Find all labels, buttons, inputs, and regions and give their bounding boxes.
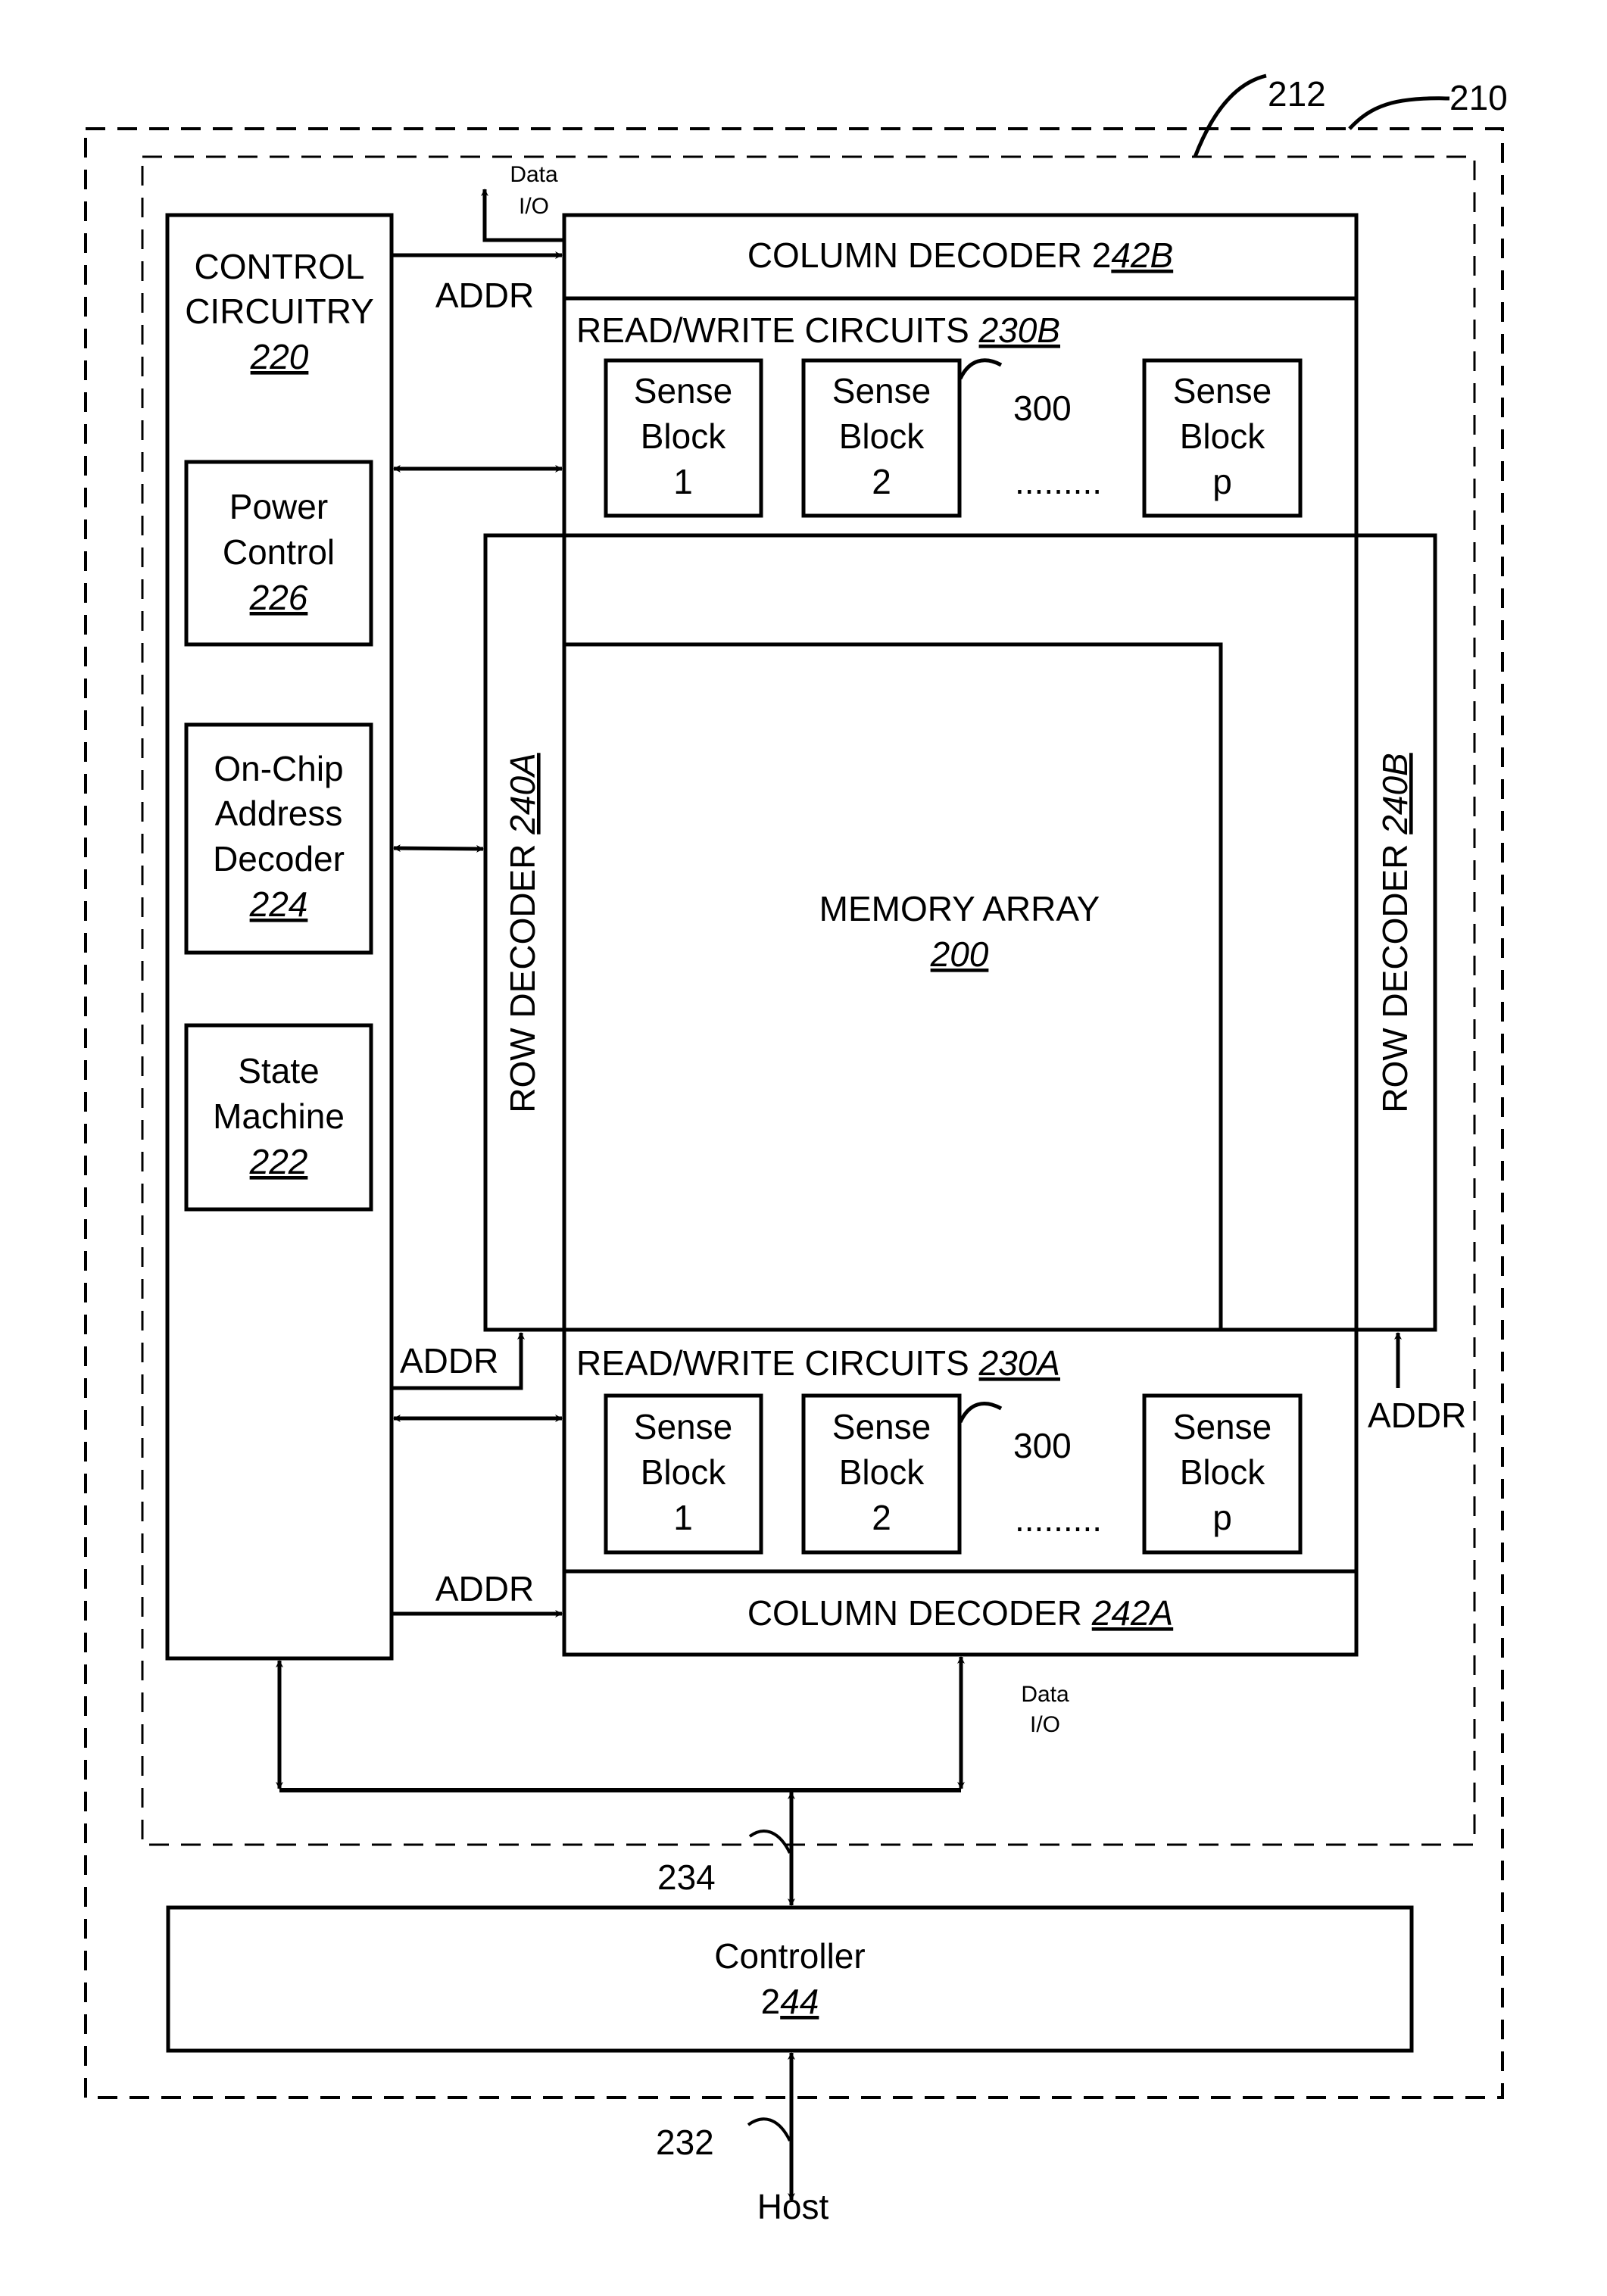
sense-block-top-1: Sense Block 1 bbox=[604, 358, 763, 518]
address-decoder-ref: 224 bbox=[249, 884, 308, 924]
leader-line-300-top bbox=[958, 358, 1003, 380]
sense-block-top-p: Sense Block p bbox=[1142, 358, 1303, 518]
sense-block-label-line3: 2 bbox=[872, 462, 891, 501]
ref-label-300-bottom: 300 bbox=[1013, 1426, 1072, 1465]
control-circuitry-block bbox=[165, 213, 394, 1661]
ref-label-212: 212 bbox=[1268, 74, 1326, 114]
control-circuitry-ref: 220 bbox=[250, 337, 309, 376]
leader-line-210 bbox=[1348, 96, 1450, 130]
column-decoder-a-label: COLUMN DECODER 242A bbox=[747, 1593, 1173, 1633]
controller-block bbox=[166, 1905, 1414, 2053]
controller-label: Controller bbox=[714, 1936, 865, 1976]
sense-block-top-2: Sense Block 2 bbox=[801, 358, 962, 518]
sense-block-label-line2: Block bbox=[1180, 416, 1265, 456]
sense-block-label-line3: 1 bbox=[673, 1498, 693, 1537]
leader-line-234 bbox=[748, 1830, 791, 1854]
addr-label-column-decoder-b: ADDR bbox=[435, 276, 534, 315]
power-control-ref: 226 bbox=[249, 578, 308, 617]
sense-block-bottom-p: Sense Block p bbox=[1142, 1393, 1303, 1555]
memory-array-ref: 200 bbox=[930, 934, 989, 974]
state-machine-line1: State bbox=[238, 1051, 319, 1090]
memory-array-block bbox=[564, 642, 1223, 1330]
controller-ref: 244 bbox=[761, 1982, 819, 2021]
data-io-top-line1: Data bbox=[510, 162, 558, 187]
memory-system-diagram: 212 210 CONTROL CIRCUITRY 220 Power Cont… bbox=[84, 73, 1508, 2226]
read-write-circuits-a-label: READ/WRITE CIRCUITS 230A bbox=[576, 1343, 1060, 1383]
addr-label-column-decoder-a: ADDR bbox=[435, 1569, 534, 1608]
ellipsis-bottom: ......... bbox=[1015, 1499, 1102, 1539]
sense-block-label-line1: Sense bbox=[1173, 1407, 1272, 1446]
sense-block-label-line1: Sense bbox=[634, 371, 732, 410]
sense-block-label-line2: Block bbox=[839, 416, 925, 456]
ref-label-210: 210 bbox=[1449, 78, 1508, 117]
bidir-arrow-row-decoder-a bbox=[393, 844, 484, 853]
leader-line-300-bottom bbox=[958, 1402, 1003, 1424]
sense-block-label-line1: Sense bbox=[634, 1407, 732, 1446]
state-machine-line2: Machine bbox=[213, 1097, 345, 1136]
ref-label-232: 232 bbox=[656, 2123, 714, 2162]
ellipsis-top: ......... bbox=[1015, 462, 1102, 501]
sense-block-label-line2: Block bbox=[1180, 1452, 1265, 1492]
data-io-top-line2: I/O bbox=[519, 194, 549, 219]
ref-label-300-top: 300 bbox=[1013, 388, 1072, 428]
control-circuitry-title-line1: CONTROL bbox=[195, 247, 365, 286]
sense-block-label-line3: p bbox=[1212, 1498, 1232, 1537]
ref-label-234: 234 bbox=[657, 1858, 716, 1897]
row-decoder-frame bbox=[483, 533, 1437, 1332]
column-decoder-b-label: COLUMN DECODER 242B bbox=[747, 236, 1173, 275]
address-decoder-line2: Address bbox=[215, 794, 343, 833]
read-write-circuits-b-label: READ/WRITE CIRCUITS 230B bbox=[576, 310, 1060, 350]
addr-label-row-decoder-b: ADDR bbox=[1368, 1396, 1466, 1435]
sense-block-label-line2: Block bbox=[641, 416, 726, 456]
host-label: Host bbox=[757, 2187, 829, 2226]
state-machine-ref: 222 bbox=[249, 1142, 308, 1181]
power-control-line1: Power bbox=[229, 487, 328, 526]
addr-label-row-decoder-a: ADDR bbox=[400, 1341, 498, 1380]
address-decoder-line3: Decoder bbox=[213, 839, 345, 878]
sense-block-label-line3: p bbox=[1212, 462, 1232, 501]
memory-die-boundary-212 bbox=[141, 155, 1476, 1846]
sense-block-bottom-1: Sense Block 1 bbox=[604, 1393, 763, 1555]
sense-block-label-line3: 2 bbox=[872, 1498, 891, 1537]
leader-line-212 bbox=[1193, 73, 1267, 158]
data-io-bottom-line1: Data bbox=[1021, 1682, 1069, 1707]
address-decoder-line1: On-Chip bbox=[214, 749, 343, 788]
row-decoder-b-label: ROW DECODER 240B bbox=[1375, 753, 1415, 1112]
sense-block-label-line3: 1 bbox=[673, 462, 693, 501]
sense-block-label-line2: Block bbox=[641, 1452, 726, 1492]
sense-block-label-line2: Block bbox=[839, 1452, 925, 1492]
data-io-bottom-line2: I/O bbox=[1030, 1712, 1060, 1737]
power-control-line2: Control bbox=[223, 532, 335, 572]
sense-block-label-line1: Sense bbox=[1173, 371, 1272, 410]
leader-line-232 bbox=[747, 2117, 791, 2142]
memory-array-label: MEMORY ARRAY bbox=[819, 889, 1100, 928]
sense-block-bottom-2: Sense Block 2 bbox=[801, 1393, 962, 1555]
sense-block-label-line1: Sense bbox=[832, 1407, 931, 1446]
row-decoder-a-label: ROW DECODER 240A bbox=[503, 753, 542, 1112]
control-circuitry-title-line2: CIRCUITRY bbox=[185, 292, 374, 331]
sense-block-label-line1: Sense bbox=[832, 371, 931, 410]
